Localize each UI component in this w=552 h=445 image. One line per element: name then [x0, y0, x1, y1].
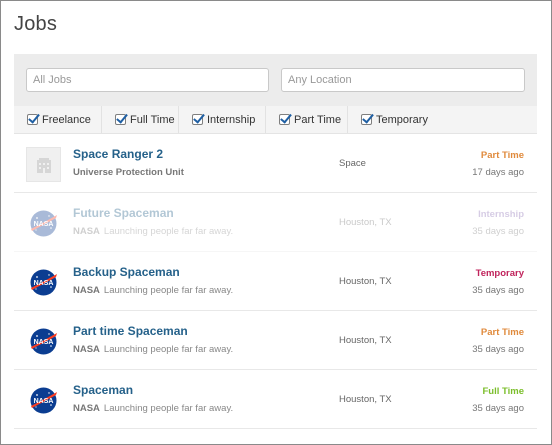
company-tagline: Launching people far far away. — [103, 344, 234, 355]
company-tagline: Launching people far far away. — [103, 403, 234, 414]
job-type-badge: Part Time — [480, 150, 524, 161]
svg-text:NASA: NASA — [34, 398, 54, 405]
job-type-badge: Full Time — [482, 386, 524, 397]
filter-part-time[interactable]: Part Time — [266, 106, 348, 133]
job-posted-date: 35 days ago — [472, 285, 524, 296]
checkbox-checked-icon[interactable] — [279, 114, 290, 125]
keywords-input[interactable] — [26, 68, 269, 92]
job-type-badge: Internship — [478, 209, 524, 220]
svg-text:NASA: NASA — [34, 280, 54, 287]
filter-label: Temporary — [376, 113, 428, 126]
job-location: Space — [339, 158, 366, 169]
job-listing[interactable]: NASA Future Spaceman NASA Launching peopl… — [14, 193, 537, 252]
company-name: Universe Protection Unit — [73, 167, 184, 178]
job-type-badge: Part Time — [480, 327, 524, 338]
filter-label: Full Time — [130, 113, 175, 126]
page-title: Jobs — [14, 13, 58, 35]
job-company: NASA Launching people far far away. — [73, 344, 233, 355]
building-placeholder-icon — [26, 147, 61, 182]
job-listing[interactable]: NASA Spaceman NASA Launching people far f… — [14, 370, 537, 429]
job-search-bar — [14, 54, 537, 106]
checkbox-checked-icon[interactable] — [27, 114, 38, 125]
checkbox-checked-icon[interactable] — [192, 114, 203, 125]
checkbox-checked-icon[interactable] — [115, 114, 126, 125]
company-name: NASA — [73, 344, 100, 355]
job-posted-date: 17 days ago — [472, 167, 524, 178]
location-input[interactable] — [281, 68, 525, 92]
filter-label: Internship — [207, 113, 256, 126]
company-tagline: Launching people far far away. — [103, 226, 234, 237]
job-posted-date: 35 days ago — [472, 403, 524, 414]
filter-label: Freelance — [42, 113, 91, 126]
checkbox-checked-icon[interactable] — [361, 114, 372, 125]
nasa-logo-icon: NASA — [26, 265, 61, 300]
job-type-filters: Freelance Full Time Internship Part Time… — [14, 106, 537, 134]
filter-temporary[interactable]: Temporary — [348, 106, 436, 133]
filter-full-time[interactable]: Full Time — [102, 106, 179, 133]
job-company: Universe Protection Unit — [73, 167, 184, 178]
nasa-logo-icon: NASA — [26, 324, 61, 359]
svg-text:NASA: NASA — [34, 339, 54, 346]
job-location: Houston, TX — [339, 335, 392, 346]
job-title[interactable]: Backup Spaceman — [73, 265, 180, 279]
job-title[interactable]: Part time Spaceman — [73, 324, 188, 338]
filter-label: Part Time — [294, 113, 342, 126]
job-posted-date: 35 days ago — [472, 226, 524, 237]
company-name: NASA — [73, 403, 100, 414]
job-title[interactable]: Future Spaceman — [73, 206, 174, 220]
filter-internship[interactable]: Internship — [179, 106, 266, 133]
company-name: NASA — [73, 285, 100, 296]
job-company: NASA Launching people far far away. — [73, 285, 233, 296]
jobs-page: Jobs Freelance Full Time Internship Part… — [0, 0, 552, 445]
company-name: NASA — [73, 226, 100, 237]
filter-freelance[interactable]: Freelance — [14, 106, 102, 133]
job-title[interactable]: Spaceman — [73, 383, 133, 397]
job-listing[interactable]: NASA Backup Spaceman NASA Launching peopl… — [14, 252, 537, 311]
nasa-logo-icon: NASA — [26, 206, 61, 241]
job-listing[interactable]: NASA Part time Spaceman NASA Launching pe… — [14, 311, 537, 370]
job-listing[interactable]: Space Ranger 2 Universe Protection Unit … — [14, 134, 537, 193]
job-company: NASA Launching people far far away. — [73, 403, 233, 414]
job-posted-date: 35 days ago — [472, 344, 524, 355]
job-company: NASA Launching people far far away. — [73, 226, 233, 237]
job-title[interactable]: Space Ranger 2 — [73, 147, 163, 161]
job-location: Houston, TX — [339, 394, 392, 405]
job-type-badge: Temporary — [475, 268, 524, 279]
job-location: Houston, TX — [339, 217, 392, 228]
svg-text:NASA: NASA — [34, 221, 54, 228]
company-tagline: Launching people far far away. — [103, 285, 234, 296]
nasa-logo-icon: NASA — [26, 383, 61, 418]
job-location: Houston, TX — [339, 276, 392, 287]
job-listings: Space Ranger 2 Universe Protection Unit … — [14, 134, 537, 429]
